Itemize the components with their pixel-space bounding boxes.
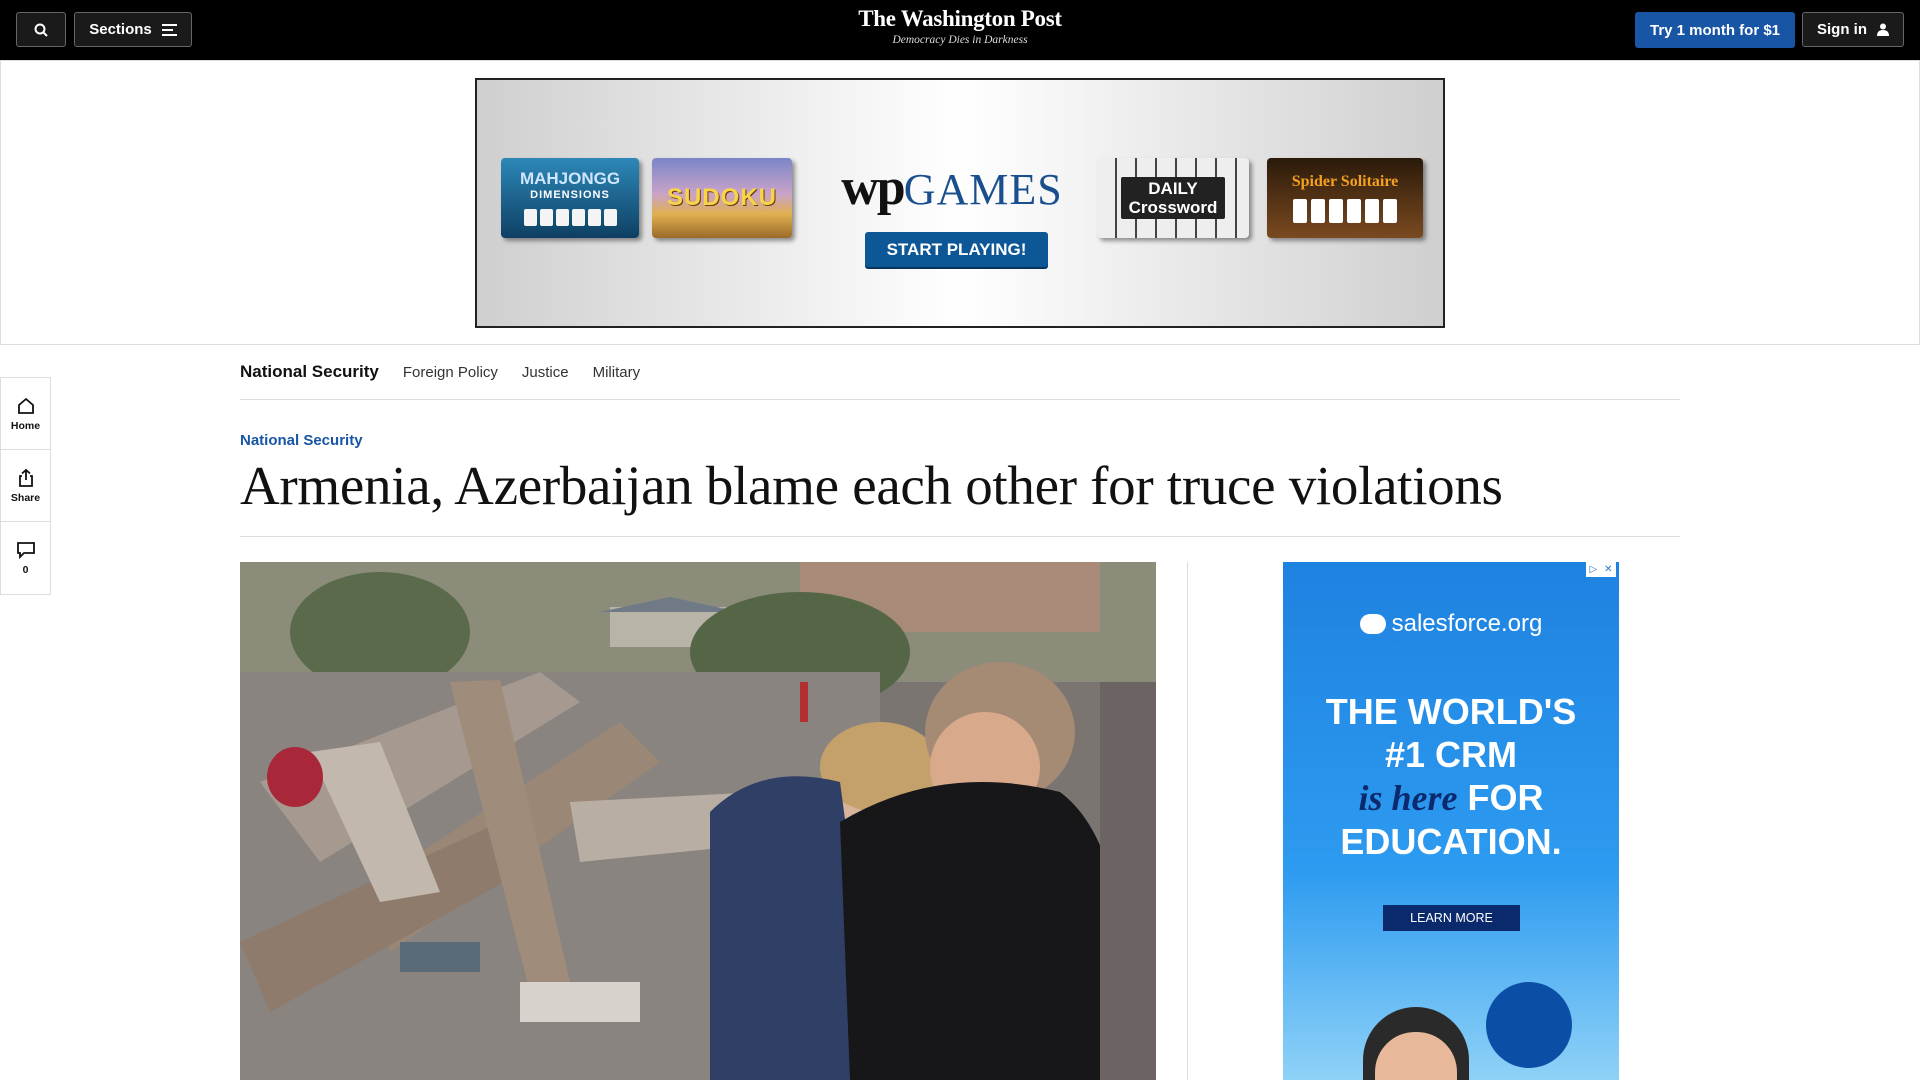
decorative-circle <box>1486 982 1572 1068</box>
sudoku-title: SUDOKU <box>666 184 777 211</box>
share-icon <box>18 468 33 487</box>
share-label: Share <box>10 491 41 504</box>
mahjongg-subtitle: DIMENSIONS <box>530 188 610 201</box>
sf-line2: #1 CRM <box>1384 734 1518 775</box>
comments-count: 0 <box>22 564 29 576</box>
sudoku-tile[interactable]: SUDOKU <box>652 158 792 238</box>
lead-photo-image <box>240 562 1156 1080</box>
subnav-national-security[interactable]: National Security <box>240 362 379 382</box>
headline-divider <box>240 536 1680 537</box>
cloud-icon <box>1359 614 1386 634</box>
sign-in-label: Sign in <box>1817 21 1867 38</box>
sections-label: Sections <box>89 21 152 38</box>
subscribe-button[interactable]: Try 1 month for $1 <box>1635 12 1795 48</box>
spider-title: Spider Solitaire <box>1291 173 1399 190</box>
crossword-daily: DAILY <box>1148 179 1198 198</box>
subnav-justice[interactable]: Justice <box>522 364 569 381</box>
learn-more-button[interactable]: LEARN MORE <box>1383 905 1520 931</box>
sf-line3-rest: FOR <box>1467 777 1544 818</box>
sf-line4: EDUCATION. <box>1340 821 1562 862</box>
tagline: Democracy Dies in Darkness <box>892 34 1028 46</box>
subnav-military[interactable]: Military <box>593 364 641 381</box>
wp-games-logo: wpGAMES <box>832 158 1072 217</box>
section-subnav: National Security Foreign Policy Justice… <box>240 345 1680 400</box>
sign-in-button[interactable]: Sign in <box>1802 12 1904 47</box>
wp-games-ad[interactable]: MAHJONGG DIMENSIONS SUDOKU wpGAMES START… <box>475 78 1445 328</box>
crossword-label: DAILY Crossword <box>1120 177 1226 219</box>
mahjong-stones <box>523 208 617 226</box>
menu-icon <box>161 23 177 36</box>
share-button[interactable]: Share <box>1 450 50 522</box>
wp-mark: wp <box>841 159 906 216</box>
start-playing-button[interactable]: START PLAYING! <box>865 232 1048 267</box>
mahjongg-tile[interactable]: MAHJONGG DIMENSIONS <box>501 158 639 238</box>
lead-photo[interactable] <box>240 562 1156 1080</box>
home-icon <box>17 397 34 414</box>
article-kicker[interactable]: National Security <box>240 432 363 449</box>
salesforce-logo-text: salesforce.org <box>1391 610 1543 637</box>
salesforce-ad[interactable]: ▷ ✕ salesforce.org THE WORLD'S #1 CRM is… <box>1283 562 1619 1080</box>
crossword-tile[interactable]: DAILY Crossword <box>1097 158 1249 238</box>
left-action-rail: Home Share 0 <box>0 377 51 595</box>
mahjongg-title: MAHJONGG <box>519 168 621 188</box>
sf-line1: THE WORLD'S <box>1325 691 1577 732</box>
top-navigation-bar: Sections The Washington Post Democracy D… <box>0 0 1920 60</box>
close-icon[interactable]: ✕ <box>1604 564 1612 575</box>
spider-solitaire-tile[interactable]: Spider Solitaire <box>1267 158 1423 238</box>
sections-menu-button[interactable]: Sections <box>74 12 192 47</box>
logo-text: The Washington Post <box>858 6 1062 31</box>
salesforce-headline: THE WORLD'S #1 CRM is here FOR EDUCATION… <box>1283 690 1619 863</box>
adchoices-icon[interactable]: ▷ <box>1589 564 1597 575</box>
search-button[interactable] <box>16 12 66 47</box>
playing-cards <box>1293 199 1397 223</box>
comments-button[interactable]: 0 <box>1 522 50 594</box>
games-word: GAMES <box>903 165 1063 214</box>
crossword-title: Crossword <box>1128 198 1218 217</box>
subnav-foreign-policy[interactable]: Foreign Policy <box>403 364 498 381</box>
salesforce-logo: salesforce.org <box>1283 610 1619 638</box>
user-icon <box>1877 23 1889 36</box>
home-label: Home <box>10 419 41 432</box>
site-logo[interactable]: The Washington Post Democracy Dies in Da… <box>810 6 1110 46</box>
home-button[interactable]: Home <box>1 378 50 450</box>
comment-icon <box>16 542 35 560</box>
article-headline: Armenia, Azerbaijan blame each other for… <box>240 455 1503 516</box>
ad-choices-controls[interactable]: ▷ ✕ <box>1586 562 1616 577</box>
search-icon <box>34 23 48 37</box>
sf-line3-script: is here <box>1358 778 1458 818</box>
column-divider <box>1187 562 1188 1080</box>
